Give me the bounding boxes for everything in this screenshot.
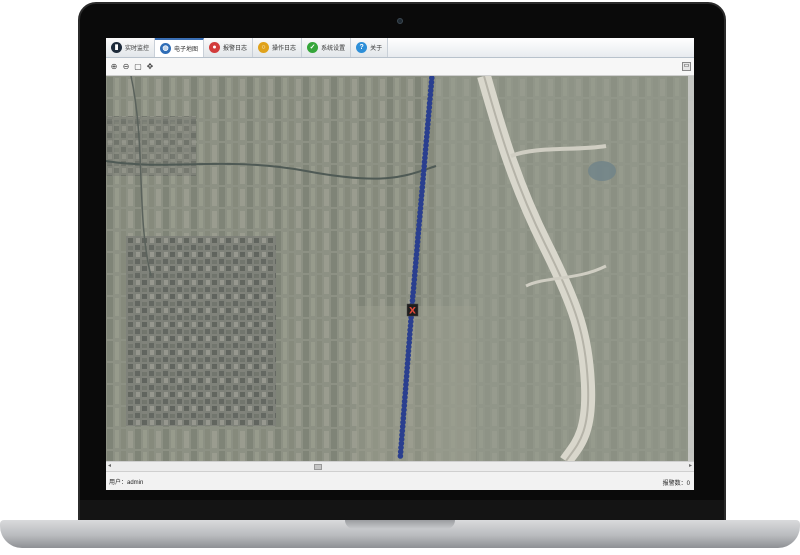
expand-icon[interactable]: ▭ — [682, 62, 691, 71]
status-alarm-count: 报警数：0 — [662, 481, 690, 487]
village-block-north — [106, 116, 196, 176]
tab-alarm-log[interactable]: ● 报警日志 — [204, 38, 254, 57]
pan-icon[interactable]: ✥ — [145, 62, 155, 72]
tab-bar: ▮ 实时监控 ◍ 电子地图 ● 报警日志 ○ 操作日志 ✓ 系统设置 ? 关于 — [106, 38, 694, 58]
south-fields — [356, 306, 476, 461]
status-bar: 用户：admin 报警数：0 — [106, 471, 694, 490]
settings-icon: ✓ — [307, 42, 319, 53]
tab-system-settings[interactable]: ✓ 系统设置 — [302, 38, 352, 57]
zoom-in-icon[interactable]: ⊕ — [109, 62, 119, 72]
tab-label: 电子地图 — [174, 47, 199, 53]
tab-label: 实时监控 — [125, 46, 150, 52]
tab-label: 操作日志 — [272, 46, 297, 52]
tab-realtime-monitor[interactable]: ▮ 实时监控 — [106, 38, 156, 57]
app-window: ▮ 实时监控 ◍ 电子地图 ● 报警日志 ○ 操作日志 ✓ 系统设置 ? 关于 … — [106, 38, 694, 490]
select-icon[interactable]: ▢ — [133, 62, 143, 72]
screen-bezel — [80, 500, 724, 520]
scroll-right-icon[interactable]: ▸ — [689, 462, 692, 469]
satellite-map[interactable]: X — [106, 76, 694, 461]
alarm-marker[interactable]: X — [406, 303, 419, 317]
track-point — [397, 453, 404, 459]
camera — [397, 18, 403, 24]
marker-label: X — [409, 307, 416, 317]
map-vscroll — [688, 76, 694, 461]
status-user: 用户：admin — [109, 479, 144, 486]
scroll-left-icon[interactable]: ◂ — [108, 462, 111, 469]
alarm-icon: ● — [209, 42, 221, 53]
tab-electronic-map[interactable]: ◍ 电子地图 — [155, 38, 205, 57]
laptop-notch — [345, 520, 455, 529]
monitor-icon: ▮ — [111, 42, 122, 53]
map-toolbar: ⊕ ⊖ ▢ ✥ ▭ — [106, 58, 694, 76]
tab-label: 关于 — [370, 46, 383, 52]
tab-label: 系统设置 — [321, 46, 346, 52]
log-icon: ○ — [258, 42, 270, 53]
help-icon: ? — [356, 42, 368, 53]
tab-about[interactable]: ? 关于 — [351, 38, 389, 57]
horizontal-scrollbar[interactable]: ◂ ▸ — [106, 461, 694, 471]
map-canvas: X — [106, 76, 694, 461]
zoom-out-icon[interactable]: ⊖ — [121, 62, 131, 72]
globe-icon: ◍ — [160, 43, 172, 54]
tab-operation-log[interactable]: ○ 操作日志 — [253, 38, 303, 57]
scroll-thumb[interactable] — [314, 464, 322, 470]
pond — [588, 161, 616, 181]
tab-label: 报警日志 — [223, 46, 248, 52]
